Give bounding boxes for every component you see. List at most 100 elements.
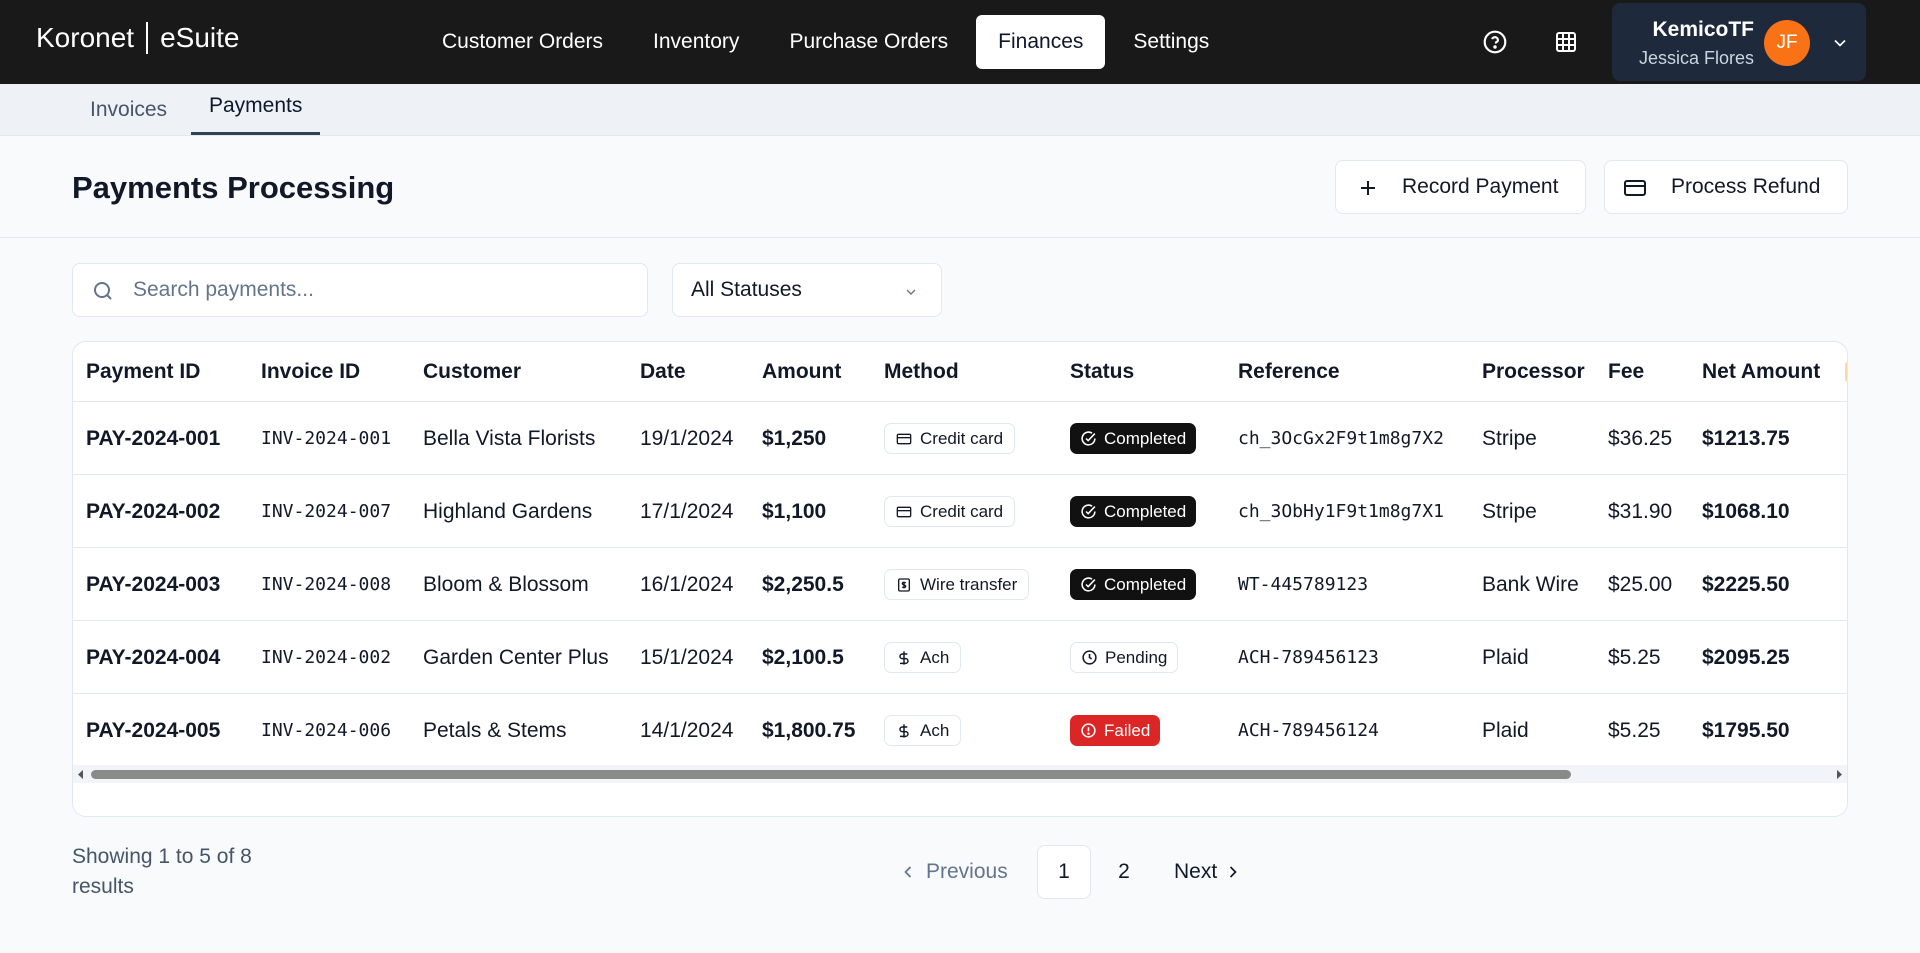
previous-label: Previous xyxy=(926,860,1008,883)
overflow-column-edge xyxy=(1845,362,1847,382)
next-page-button[interactable]: Next xyxy=(1174,845,1243,899)
tab-invoices[interactable]: Invoices xyxy=(90,84,167,136)
reference: WT-445789123 xyxy=(1238,574,1369,595)
method-label: Ach xyxy=(920,647,950,667)
status-badge: Completed xyxy=(1070,496,1197,527)
process-refund-label: Process Refund xyxy=(1671,175,1821,198)
fee: $5.25 xyxy=(1608,645,1661,669)
search-box xyxy=(72,263,648,317)
horizontal-scrollbar[interactable] xyxy=(73,765,1847,783)
nav-purchase-orders[interactable]: Purchase Orders xyxy=(767,15,970,69)
scroll-right-arrow-icon[interactable] xyxy=(1835,770,1843,779)
payment-id: PAY-2024-003 xyxy=(86,572,221,596)
page-1-button[interactable]: 1 xyxy=(1037,845,1091,899)
chevron-down-icon xyxy=(1834,39,1846,47)
invoice-id: INV-2024-006 xyxy=(261,720,392,741)
method-badge: Ach xyxy=(884,715,962,746)
date: 19/1/2024 xyxy=(640,426,734,450)
status: Failed xyxy=(1070,694,1161,767)
user-org: KemicoTF xyxy=(1652,18,1754,41)
reference: ch_3ObHy1F9t1m8g7X1 xyxy=(1238,501,1444,522)
col-method: Method xyxy=(884,360,959,383)
finance-subtabs: Invoices Payments xyxy=(0,84,1920,136)
customer: Highland Gardens xyxy=(423,499,593,523)
page-title: Payments Processing xyxy=(72,170,395,205)
brand-logo[interactable]: Koronet eSuite xyxy=(36,22,239,54)
method: Ach xyxy=(884,621,962,694)
credit-card-icon xyxy=(1624,180,1646,196)
status-filter-select[interactable]: All Statuses xyxy=(672,263,942,317)
table-row[interactable]: PAY-2024-003 INV-2024-008 Bloom & Blosso… xyxy=(73,548,1847,621)
fee: $25.00 xyxy=(1608,572,1673,596)
brand-name: Koronet xyxy=(36,22,135,53)
results-summary: Showing 1 to 5 of 8 results xyxy=(72,845,252,898)
method: Credit card xyxy=(884,475,1016,548)
page-header: Payments Processing Record Payment Proce… xyxy=(0,136,1920,238)
check-circle-icon xyxy=(1081,577,1096,592)
previous-page-button[interactable]: Previous xyxy=(898,845,1008,899)
payments-table: Payment ID Invoice ID Customer Date Amou… xyxy=(72,341,1848,817)
col-fee: Fee xyxy=(1608,360,1645,383)
status-badge: Pending xyxy=(1070,642,1179,673)
nav-finances[interactable]: Finances xyxy=(976,15,1106,69)
net-amount: $1795.50 xyxy=(1702,718,1790,742)
clock-icon xyxy=(1082,650,1097,665)
chevron-left-icon xyxy=(904,866,912,878)
invoice-id: INV-2024-002 xyxy=(261,647,392,668)
net-amount: $2225.50 xyxy=(1702,572,1790,596)
amount: $1,100 xyxy=(762,499,827,523)
credit-card-icon xyxy=(896,506,912,517)
processor: Stripe xyxy=(1482,499,1537,523)
help-circle-icon xyxy=(1483,30,1507,54)
brand-product: eSuite xyxy=(160,22,240,53)
page-2-button[interactable]: 2 xyxy=(1097,845,1151,899)
status: Pending xyxy=(1070,621,1179,694)
dollar-icon xyxy=(899,650,909,665)
status: Completed xyxy=(1070,402,1197,475)
help-button[interactable] xyxy=(1477,24,1513,60)
status-label: Completed xyxy=(1104,501,1187,521)
scroll-left-arrow-icon[interactable] xyxy=(77,770,85,779)
col-reference: Reference xyxy=(1238,360,1340,383)
customer: Petals & Stems xyxy=(423,718,567,742)
tab-payments[interactable]: Payments xyxy=(191,84,321,135)
payment-id: PAY-2024-004 xyxy=(86,645,221,669)
method: Ach xyxy=(884,694,962,767)
process-refund-button[interactable]: Process Refund xyxy=(1604,160,1848,214)
record-payment-button[interactable]: Record Payment xyxy=(1335,160,1586,214)
table-row[interactable]: PAY-2024-001 INV-2024-001 Bella Vista Fl… xyxy=(73,402,1847,475)
apps-grid-button[interactable] xyxy=(1548,24,1584,60)
fee: $36.25 xyxy=(1608,426,1673,450)
date: 14/1/2024 xyxy=(640,718,734,742)
table-header: Payment ID Invoice ID Customer Date Amou… xyxy=(73,342,1847,402)
net-amount: $2095.25 xyxy=(1702,645,1790,669)
chevron-right-icon xyxy=(1230,866,1237,878)
table-row[interactable]: PAY-2024-004 INV-2024-002 Garden Center … xyxy=(73,621,1847,694)
status-label: Failed xyxy=(1104,720,1151,740)
method: Credit card xyxy=(884,402,1016,475)
nav-inventory[interactable]: Inventory xyxy=(631,15,761,69)
user-name: Jessica Flores xyxy=(1638,48,1754,68)
payment-id: PAY-2024-005 xyxy=(86,718,221,742)
reference: ACH-789456124 xyxy=(1238,720,1379,741)
check-circle-icon xyxy=(1081,431,1096,446)
method-label: Ach xyxy=(920,720,950,740)
search-input[interactable] xyxy=(133,264,633,316)
method: Wire transfer xyxy=(884,548,1030,621)
payment-id: PAY-2024-002 xyxy=(86,499,221,523)
amount: $1,800.75 xyxy=(762,718,856,742)
amount: $2,100.5 xyxy=(762,645,844,669)
table-row[interactable]: PAY-2024-005 INV-2024-006 Petals & Stems… xyxy=(73,694,1847,767)
amount: $1,250 xyxy=(762,426,827,450)
col-payment-id: Payment ID xyxy=(86,360,201,383)
scrollbar-thumb[interactable] xyxy=(91,770,1571,779)
nav-customer-orders[interactable]: Customer Orders xyxy=(420,15,625,69)
user-menu[interactable]: KemicoTF Jessica Flores JF xyxy=(1612,3,1866,81)
date: 16/1/2024 xyxy=(640,572,734,596)
table-row[interactable]: PAY-2024-002 INV-2024-007 Highland Garde… xyxy=(73,475,1847,548)
status-label: Completed xyxy=(1104,574,1187,594)
nav-settings[interactable]: Settings xyxy=(1111,15,1231,69)
record-payment-label: Record Payment xyxy=(1402,175,1559,198)
col-status: Status xyxy=(1070,360,1135,383)
chevron-down-icon xyxy=(906,289,916,295)
